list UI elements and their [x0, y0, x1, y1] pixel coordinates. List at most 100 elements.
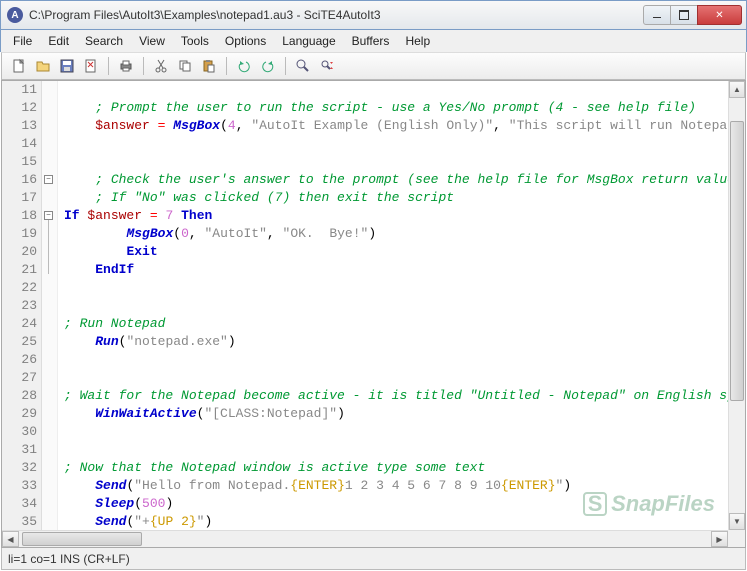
code-line[interactable]: Send("+{UP 2}") — [64, 513, 745, 531]
app-icon: A — [7, 7, 23, 23]
print-icon[interactable] — [115, 55, 137, 77]
menu-edit[interactable]: Edit — [40, 32, 77, 50]
line-number: 13 — [2, 117, 37, 135]
save-icon[interactable] — [56, 55, 78, 77]
line-number: 28 — [2, 387, 37, 405]
line-number: 14 — [2, 135, 37, 153]
find-icon[interactable] — [292, 55, 314, 77]
code-line[interactable]: Send("Hello from Notepad.{ENTER}1 2 3 4 … — [64, 477, 745, 495]
menubar: FileEditSearchViewToolsOptionsLanguageBu… — [0, 30, 747, 52]
paste-icon[interactable] — [198, 55, 220, 77]
statusbar: li=1 co=1 INS (CR+LF) — [1, 548, 746, 570]
menu-options[interactable]: Options — [217, 32, 274, 50]
close-window-button[interactable] — [697, 5, 742, 25]
cut-icon[interactable] — [150, 55, 172, 77]
line-number: 23 — [2, 297, 37, 315]
maximize-button[interactable] — [670, 5, 698, 25]
line-number: 19 — [2, 225, 37, 243]
horizontal-scrollbar[interactable]: ◀ ▶ — [2, 530, 728, 547]
line-number: 34 — [2, 495, 37, 513]
menu-view[interactable]: View — [131, 32, 173, 50]
line-number: 26 — [2, 351, 37, 369]
undo-icon[interactable] — [233, 55, 255, 77]
code-line[interactable] — [64, 369, 745, 387]
scroll-corner — [728, 530, 745, 547]
code-line[interactable] — [64, 81, 745, 99]
code-editor[interactable]: ; Prompt the user to run the script - us… — [58, 81, 745, 547]
line-number: 25 — [2, 333, 37, 351]
fold-toggle-icon[interactable]: − — [44, 211, 53, 220]
fold-toggle-icon[interactable]: − — [44, 175, 53, 184]
line-number: 35 — [2, 513, 37, 531]
code-line[interactable] — [64, 297, 745, 315]
scroll-up-button[interactable]: ▲ — [729, 81, 745, 98]
fold-guide-line — [48, 220, 49, 274]
line-number: 27 — [2, 369, 37, 387]
code-line[interactable]: ; Now that the Notepad window is active … — [64, 459, 745, 477]
toolbar-separator — [108, 57, 109, 75]
scroll-right-button[interactable]: ▶ — [711, 531, 728, 547]
code-line[interactable] — [64, 279, 745, 297]
code-line[interactable]: WinWaitActive("[CLASS:Notepad]") — [64, 405, 745, 423]
code-line[interactable] — [64, 153, 745, 171]
menu-file[interactable]: File — [5, 32, 40, 50]
code-line[interactable]: ; Check the user's answer to the prompt … — [64, 171, 745, 189]
line-number: 21 — [2, 261, 37, 279]
line-number: 17 — [2, 189, 37, 207]
scroll-left-button[interactable]: ◀ — [2, 531, 19, 547]
menu-search[interactable]: Search — [77, 32, 131, 50]
line-number-gutter[interactable]: 1112131415161718192021222324252627282930… — [2, 81, 42, 547]
code-line[interactable]: ; Run Notepad — [64, 315, 745, 333]
horizontal-scroll-thumb[interactable] — [22, 532, 142, 546]
line-number: 29 — [2, 405, 37, 423]
code-line[interactable]: ; Prompt the user to run the script - us… — [64, 99, 745, 117]
window-titlebar: A C:\Program Files\AutoIt3\Examples\note… — [0, 0, 747, 30]
toolbar-separator — [285, 57, 286, 75]
code-line[interactable]: MsgBox(0, "AutoIt", "OK. Bye!") — [64, 225, 745, 243]
code-line[interactable]: Sleep(500) — [64, 495, 745, 513]
toolbar-separator — [226, 57, 227, 75]
redo-icon[interactable] — [257, 55, 279, 77]
vertical-scroll-thumb[interactable] — [730, 121, 744, 401]
line-number: 15 — [2, 153, 37, 171]
close-icon[interactable] — [80, 55, 102, 77]
line-number: 32 — [2, 459, 37, 477]
code-line[interactable]: If $answer = 7 Then — [64, 207, 745, 225]
toolbar — [1, 52, 746, 80]
code-line[interactable] — [64, 441, 745, 459]
line-number: 33 — [2, 477, 37, 495]
fold-gutter[interactable]: −− — [42, 81, 58, 547]
minimize-button[interactable] — [643, 5, 671, 25]
code-line[interactable]: ; Wait for the Notepad become active - i… — [64, 387, 745, 405]
code-line[interactable]: Exit — [64, 243, 745, 261]
menu-buffers[interactable]: Buffers — [344, 32, 398, 50]
code-line[interactable]: EndIf — [64, 261, 745, 279]
line-number: 31 — [2, 441, 37, 459]
code-line[interactable] — [64, 135, 745, 153]
new-file-icon[interactable] — [8, 55, 30, 77]
scroll-down-button[interactable]: ▼ — [729, 513, 745, 530]
code-line[interactable]: Run("notepad.exe") — [64, 333, 745, 351]
vertical-scrollbar[interactable]: ▲ ▼ — [728, 81, 745, 530]
replace-icon[interactable] — [316, 55, 338, 77]
cursor-position-status: li=1 co=1 INS (CR+LF) — [8, 552, 130, 566]
line-number: 16 — [2, 171, 37, 189]
line-number: 11 — [2, 81, 37, 99]
menu-language[interactable]: Language — [274, 32, 343, 50]
line-number: 12 — [2, 99, 37, 117]
code-line[interactable] — [64, 423, 745, 441]
window-controls — [644, 5, 742, 25]
copy-icon[interactable] — [174, 55, 196, 77]
editor-area: 1112131415161718192021222324252627282930… — [1, 80, 746, 548]
code-line[interactable]: ; If "No" was clicked (7) then exit the … — [64, 189, 745, 207]
code-line[interactable]: $answer = MsgBox(4, "AutoIt Example (Eng… — [64, 117, 745, 135]
open-file-icon[interactable] — [32, 55, 54, 77]
menu-help[interactable]: Help — [397, 32, 438, 50]
window-title: C:\Program Files\AutoIt3\Examples\notepa… — [29, 8, 644, 22]
line-number: 22 — [2, 279, 37, 297]
line-number: 30 — [2, 423, 37, 441]
line-number: 18 — [2, 207, 37, 225]
line-number: 24 — [2, 315, 37, 333]
menu-tools[interactable]: Tools — [173, 32, 217, 50]
code-line[interactable] — [64, 351, 745, 369]
